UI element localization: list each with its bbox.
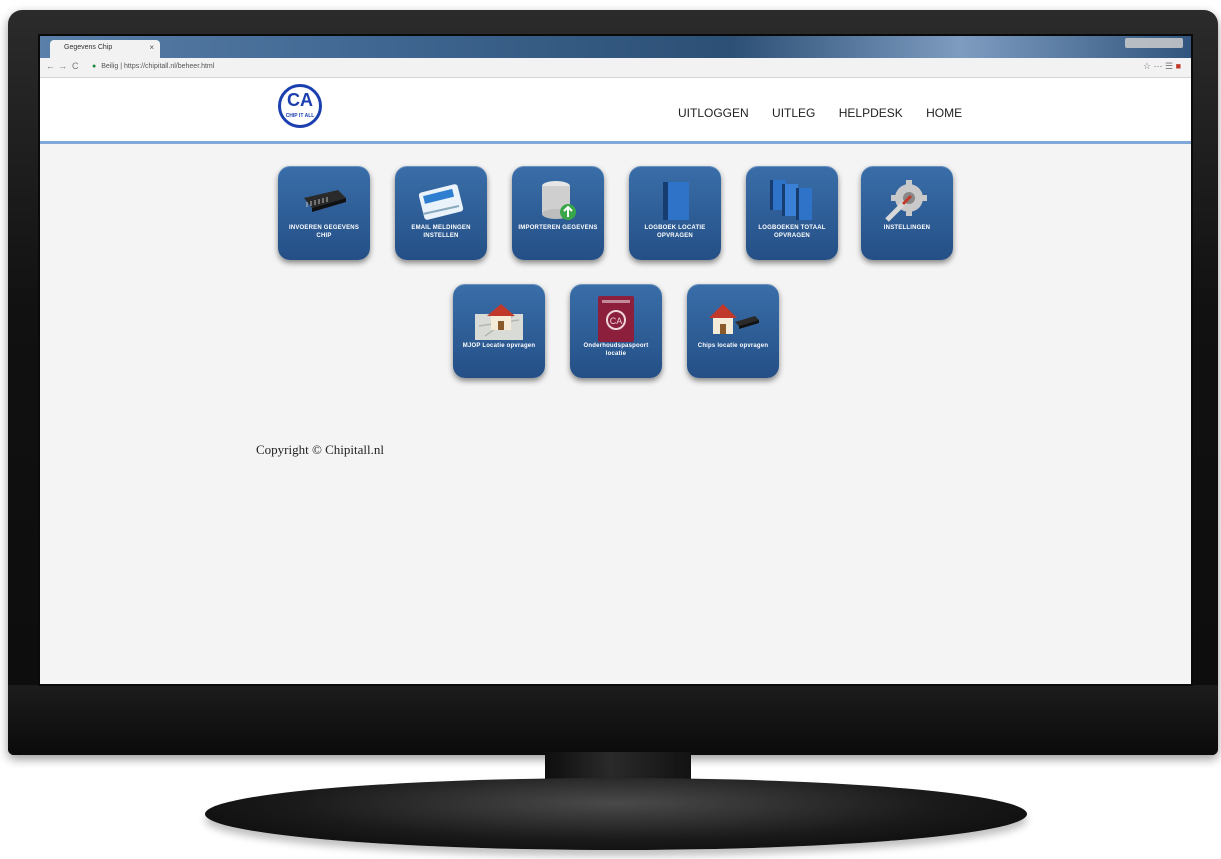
- tile-mjop-locatie[interactable]: MJOP Locatie opvragen: [453, 284, 545, 378]
- monitor-base: [205, 778, 1027, 850]
- browser-tabbar: Gegevens Chip ×: [40, 36, 1191, 58]
- nav-home[interactable]: HOME: [926, 106, 962, 120]
- tile-label: Chips locatie opvragen: [697, 343, 769, 349]
- back-icon[interactable]: ←: [46, 61, 55, 71]
- tile-invoeren-gegevens-chip[interactable]: INVOEREN GEGEVENS CHIP: [278, 166, 370, 260]
- tile-onderhoudspaspoort[interactable]: CA Onderhoudspaspoort locatie: [570, 284, 662, 378]
- tile-instellingen[interactable]: INSTELLINGEN: [861, 166, 953, 260]
- browser-toolbar: ☆ ⋯ ☰ ■: [1143, 61, 1181, 72]
- browser-tab[interactable]: Gegevens Chip ×: [50, 40, 160, 58]
- logbook-icon: [663, 182, 689, 220]
- lock-icon: ●: [92, 63, 97, 70]
- tile-label: MJOP Locatie opvragen: [462, 343, 536, 349]
- tile-label: LOGBOEKEN TOTAAL OPVRAGEN: [758, 225, 826, 239]
- database-icon: [542, 181, 576, 220]
- logbooks-icon: [770, 180, 812, 220]
- secure-label: Beilig: [101, 63, 119, 70]
- tab-title: Gegevens Chip: [64, 44, 113, 51]
- address-bar: ← → C ● Beilig | https://chipitall.nl/be…: [40, 58, 1191, 78]
- house-map-icon: [475, 304, 523, 340]
- logo-subtext: CHIP IT ALL: [285, 113, 315, 119]
- tile-importeren-gegevens[interactable]: IMPORTEREN GEGEVENS: [512, 166, 604, 260]
- nav-uitleg[interactable]: UITLEG: [772, 106, 815, 120]
- site-header: CA CHIP IT ALL UITLOGGEN UITLEG HELPDESK…: [40, 78, 1191, 144]
- logo-letters: CA: [287, 90, 313, 110]
- tile-label: INSTELLINGEN: [883, 225, 931, 231]
- extension-icon[interactable]: ■: [1176, 61, 1181, 71]
- tile-label: IMPORTEREN GEGEVENS: [518, 225, 598, 231]
- copyright-text: Copyright © Chipitall.nl: [256, 442, 384, 457]
- tile-logboeken-totaal[interactable]: LOGBOEKEN TOTAAL OPVRAGEN: [746, 166, 838, 260]
- forward-icon[interactable]: →: [58, 61, 67, 71]
- nav-uitloggen[interactable]: UITLOGGEN: [678, 106, 749, 120]
- tile-label: LOGBOEK LOCATIE OPVRAGEN: [644, 225, 706, 239]
- close-tab-icon[interactable]: ×: [149, 43, 154, 52]
- window-controls[interactable]: [1125, 38, 1183, 48]
- browser-toolbar-icons[interactable]: ☆ ⋯ ☰: [1143, 61, 1173, 71]
- reload-icon[interactable]: C: [72, 61, 79, 71]
- chip-icon: [304, 190, 346, 212]
- monitor-screen: Gegevens Chip × ← → C ● Beilig | https:/…: [38, 34, 1193, 686]
- url-field[interactable]: ● Beilig | https://chipitall.nl/beheer.h…: [92, 61, 452, 75]
- chipitall-logo[interactable]: CA CHIP IT ALL: [278, 84, 322, 128]
- tile-label: EMAIL MELDINGEN INSTELLEN: [411, 225, 471, 239]
- tile-logboek-locatie[interactable]: LOGBOEK LOCATIE OPVRAGEN: [629, 166, 721, 260]
- house-chip-icon: [709, 304, 759, 334]
- tile-label: Onderhoudspaspoort locatie: [583, 343, 649, 357]
- tile-email-meldingen[interactable]: EMAIL MELDINGEN INSTELLEN: [395, 166, 487, 260]
- tile-chips-locatie[interactable]: Chips locatie opvragen: [687, 284, 779, 378]
- main-nav: UITLOGGEN UITLEG HELPDESK HOME: [678, 106, 982, 120]
- svg-text:CA: CA: [610, 316, 623, 326]
- nav-helpdesk[interactable]: HELPDESK: [839, 106, 903, 120]
- passport-icon: CA: [598, 296, 634, 342]
- email-icon: [418, 184, 464, 220]
- tile-label: INVOEREN GEGEVENS CHIP: [288, 225, 360, 239]
- settings-icon: [885, 180, 927, 222]
- url-text: https://chipitall.nl/beheer.html: [124, 63, 215, 70]
